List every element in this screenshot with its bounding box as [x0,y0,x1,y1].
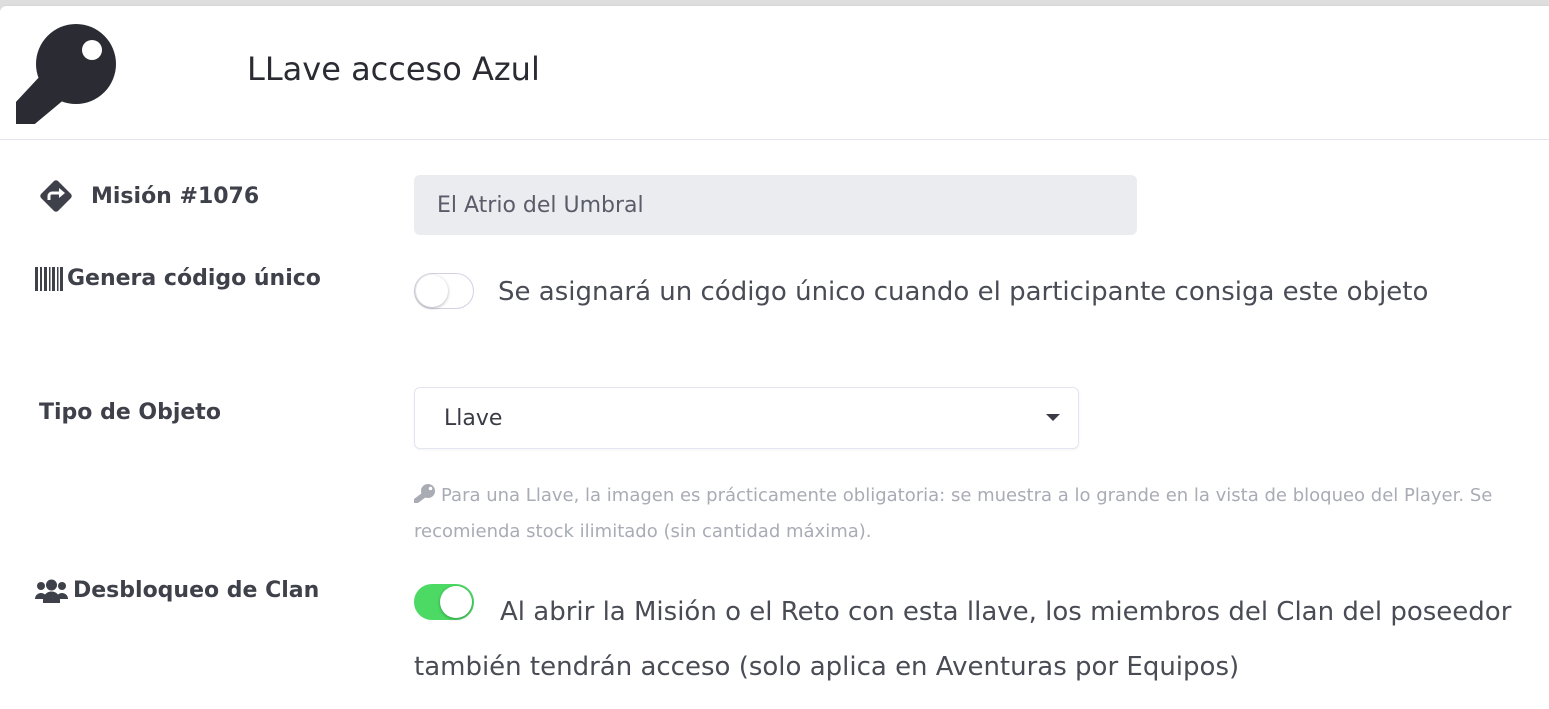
object-type-help-text: Para una Llave, la imagen es prácticamen… [414,485,1493,542]
object-card: LLave acceso Azul Misión #1076 El Atrio … [0,6,1549,709]
object-type-label: Tipo de Objeto [39,400,221,425]
page-title: LLave acceso Azul [247,50,540,88]
clan-unlock-label-text: Desbloqueo de Clan [73,578,320,603]
unique-code-description: Se asignará un código único cuando el pa… [498,277,1429,307]
directions-icon [40,180,72,212]
unique-code-toggle[interactable] [414,273,474,309]
unique-code-label: Genera código único [35,266,321,291]
clan-unlock-label: Desbloqueo de Clan [35,578,319,603]
caret-down-icon [1046,414,1060,421]
object-type-selected: Llave [444,405,503,431]
object-type-select[interactable]: Llave [414,387,1079,449]
barcode-icon [35,266,63,291]
users-icon [35,579,68,603]
key-icon [414,484,435,503]
mission-label: Misión #1076 [38,178,259,214]
card-header: LLave acceso Azul [0,6,1549,140]
mission-field: El Atrio del Umbral [414,175,1137,235]
key-icon [16,24,116,124]
mission-label-text: Misión #1076 [91,183,260,209]
toggle-knob [416,275,448,307]
object-type-help: Para una Llave, la imagen es prácticamen… [414,478,1534,550]
clan-unlock-description: Al abrir la Misión o el Reto con esta ll… [414,597,1512,682]
unique-code-label-text: Genera código único [67,266,321,291]
